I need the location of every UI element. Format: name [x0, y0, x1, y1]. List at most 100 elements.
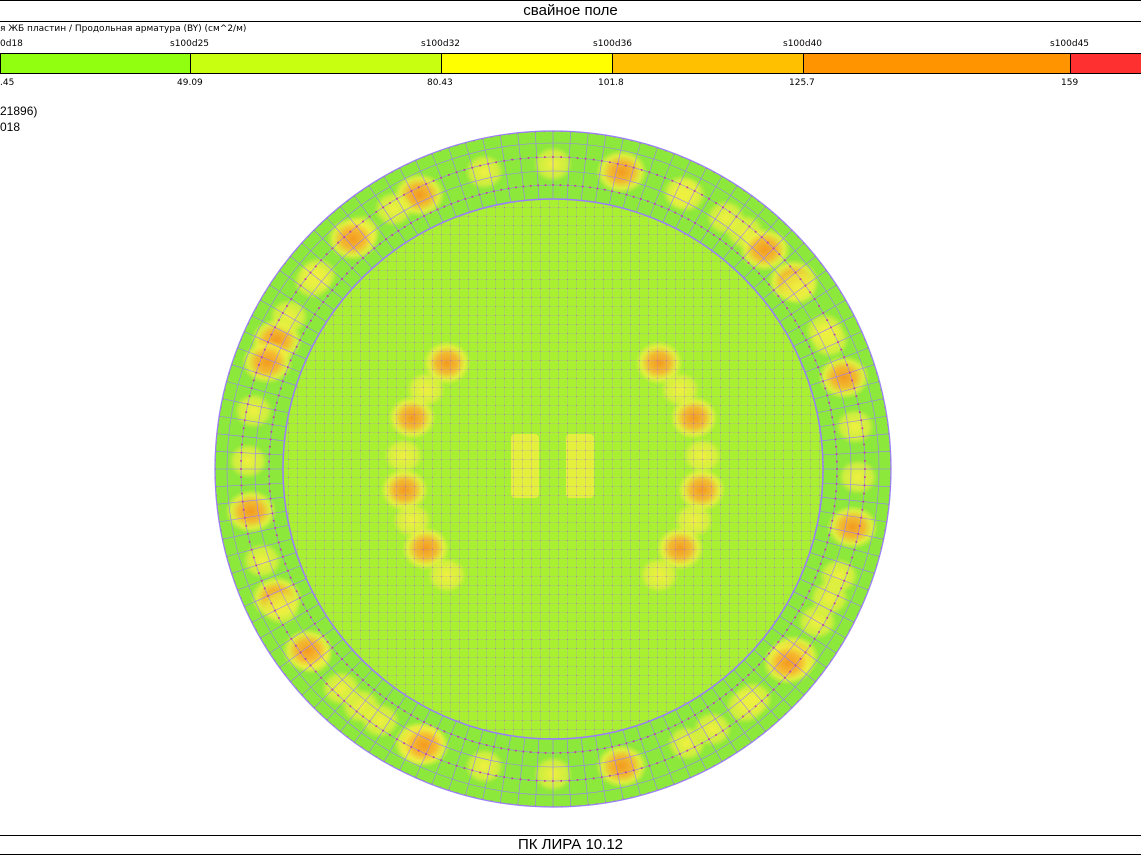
- mesh-node: [309, 616, 312, 619]
- mesh-node: [646, 200, 649, 203]
- mesh-node: [325, 682, 328, 685]
- pile-hotspot: [242, 542, 283, 579]
- mesh-node: [799, 657, 802, 660]
- mesh-node: [767, 652, 770, 655]
- mesh-node: [818, 304, 821, 307]
- mesh-node: [314, 670, 317, 673]
- mesh-node: [410, 713, 412, 716]
- mesh-node: [471, 740, 474, 743]
- mesh-node: [507, 748, 510, 751]
- mesh-node: [829, 326, 832, 329]
- mesh-node: [274, 527, 277, 530]
- mesh-node: [799, 278, 802, 281]
- mesh-node: [425, 753, 428, 756]
- mesh-node: [846, 363, 849, 366]
- mesh-node: [728, 210, 731, 213]
- footer-bar: ПК ЛИРА 10.12: [0, 835, 1141, 855]
- mesh-node: [375, 210, 378, 213]
- mesh-node: [843, 579, 846, 582]
- mesh-node: [397, 229, 400, 232]
- mesh-node: [596, 748, 599, 751]
- mesh-node: [559, 751, 562, 754]
- mesh-node: [568, 156, 571, 159]
- mesh-node: [863, 443, 866, 446]
- mesh-node: [385, 238, 388, 241]
- mesh-node: [543, 156, 546, 159]
- mesh-node: [268, 490, 271, 493]
- mesh-node: [314, 265, 317, 268]
- mesh-node: [397, 706, 400, 709]
- mesh-node: [851, 556, 854, 559]
- mesh-node: [241, 500, 244, 503]
- mesh-node: [487, 773, 490, 776]
- mesh-node: [742, 256, 745, 259]
- mesh-node: [724, 693, 727, 696]
- mesh-node: [560, 156, 563, 159]
- mesh-node: [819, 373, 822, 376]
- mesh-node: [450, 202, 453, 205]
- mesh-node: [855, 395, 858, 398]
- mesh-node: [811, 583, 814, 586]
- mesh-node: [809, 644, 812, 647]
- mesh-node: [240, 468, 242, 470]
- mesh-node: [863, 459, 866, 462]
- mesh-node: [687, 218, 690, 221]
- mesh-node: [721, 729, 724, 732]
- mesh-node: [271, 512, 274, 515]
- mesh-node: [495, 774, 498, 777]
- mesh-node: [403, 710, 406, 713]
- mesh-node: [766, 694, 769, 697]
- mesh-node: [813, 298, 816, 301]
- mesh-node: [277, 616, 280, 619]
- mesh-node: [349, 230, 352, 233]
- mesh-node: [794, 664, 797, 667]
- mesh-node: [653, 733, 656, 736]
- pile-hotspot: [595, 149, 648, 194]
- mesh-node: [436, 727, 439, 730]
- mesh-node: [500, 188, 503, 191]
- pile-hotspot: [705, 199, 746, 236]
- mesh-node: [822, 312, 825, 314]
- mesh-node: [822, 380, 825, 383]
- mesh-node: [362, 220, 365, 223]
- mesh-node: [391, 233, 394, 236]
- pile-hotspot: [835, 408, 876, 445]
- mesh-node: [275, 534, 278, 537]
- mesh-node: [417, 186, 420, 189]
- mesh-node: [295, 590, 298, 593]
- mesh-node: [429, 211, 432, 214]
- mesh-node: [833, 602, 836, 605]
- mesh-node: [790, 313, 793, 316]
- mesh-node: [519, 157, 522, 160]
- pile-hotspot: [281, 628, 334, 673]
- mesh-node: [403, 193, 406, 196]
- mesh-node: [361, 256, 364, 259]
- mesh-node: [837, 341, 840, 344]
- mesh-node: [674, 211, 677, 214]
- mesh-node: [752, 668, 755, 671]
- mesh-node: [440, 176, 443, 179]
- mesh-node: [260, 356, 263, 359]
- mesh-node: [862, 435, 865, 438]
- mesh-node: [772, 289, 775, 292]
- mesh-node: [829, 609, 832, 612]
- mesh-node: [763, 658, 766, 661]
- mesh-node: [268, 468, 270, 470]
- mesh-node: [674, 724, 677, 727]
- mesh-node: [730, 688, 733, 691]
- mesh-node: [306, 326, 309, 328]
- mesh-node: [268, 460, 271, 463]
- mesh-node: [700, 193, 703, 196]
- mesh-node: [826, 394, 829, 397]
- mesh-node: [624, 164, 627, 167]
- mesh-node: [292, 583, 295, 586]
- mesh-node: [463, 168, 466, 171]
- mesh-node: [281, 624, 284, 626]
- mesh-node: [507, 187, 510, 190]
- mesh-node: [808, 590, 811, 593]
- mesh-node: [801, 603, 804, 606]
- mesh-node: [243, 516, 246, 519]
- mesh-node: [656, 762, 659, 765]
- pile-hotspot: [464, 153, 505, 190]
- mesh-node: [367, 683, 370, 686]
